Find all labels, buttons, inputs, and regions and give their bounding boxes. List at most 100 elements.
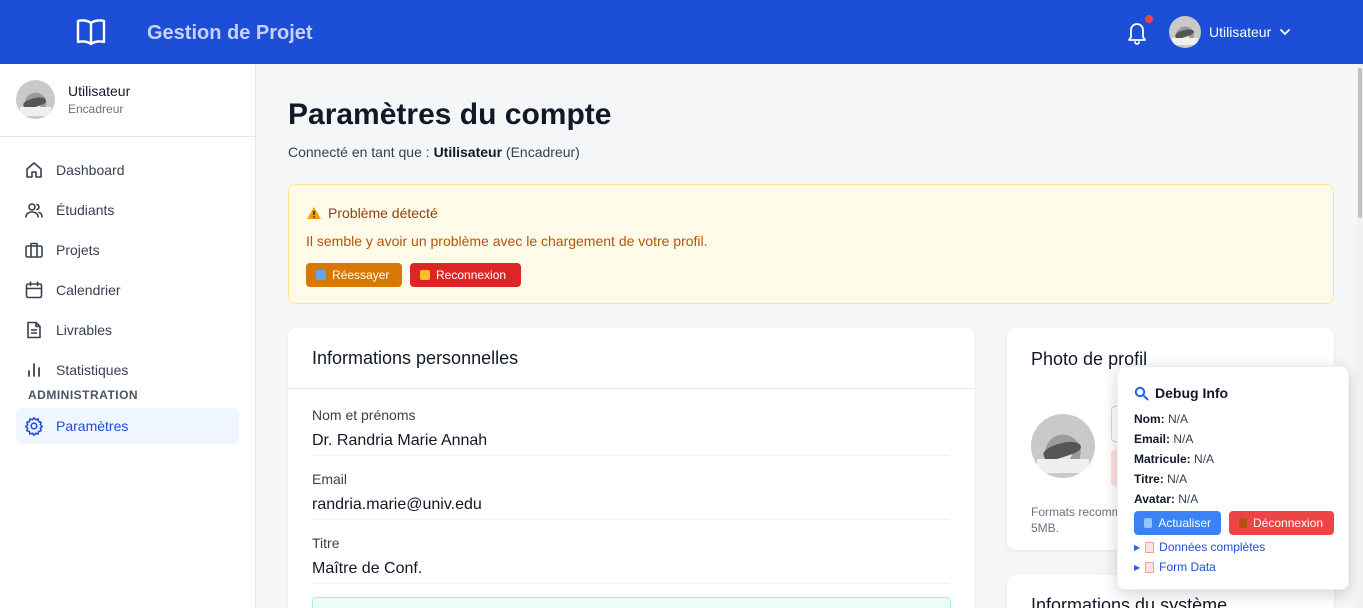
triangle-right-icon: ▶	[1134, 562, 1141, 572]
alert-message: Il semble y avoir un problème avec le ch…	[306, 233, 708, 249]
chevron-down-icon	[1280, 29, 1291, 36]
refresh-icon	[1144, 518, 1153, 528]
debug-row-titre: Titre: N/A	[1134, 472, 1187, 486]
debug-row-avatar: Avatar: N/A	[1134, 492, 1198, 506]
personal-info-card: Informations personnelles Nom et prénoms…	[288, 328, 975, 608]
debug-panel: Debug Info Nom: N/A Email: N/A Matricule…	[1117, 366, 1349, 590]
page-subtitle: Connecté en tant que : Utilisateur (Enca…	[288, 144, 580, 160]
sidebar-profile: Utilisateur Encadreur	[16, 80, 130, 119]
alert-title: Problème détecté	[306, 205, 438, 221]
debug-value: N/A	[1178, 492, 1199, 506]
bar-chart-icon	[28, 363, 40, 377]
key-icon	[420, 270, 430, 280]
debug-key: Matricule:	[1134, 452, 1191, 466]
field-email: Email randria.marie@univ.edu	[312, 471, 950, 520]
reconnect-button-label: Reconnexion	[436, 268, 507, 282]
alert-title-text: Problème détecté	[328, 205, 438, 221]
door-icon	[1239, 518, 1247, 528]
sidebar-item-label: Étudiants	[56, 202, 115, 218]
debug-key: Titre:	[1134, 472, 1164, 486]
clipboard-icon	[1145, 561, 1155, 573]
sidebar-profile-name: Utilisateur	[68, 83, 131, 99]
debug-value: N/A	[1173, 432, 1194, 446]
debug-row-email: Email: N/A	[1134, 432, 1193, 446]
logout-button[interactable]: Déconnexion	[1229, 511, 1334, 535]
debug-title: Debug Info	[1134, 385, 1228, 401]
refresh-button-label: Actualiser	[1158, 516, 1211, 530]
debug-link-label: Form Data	[1159, 560, 1216, 574]
sidebar-item-parametres[interactable]: Paramètres	[16, 408, 239, 444]
note-line: Formats recomm	[1031, 505, 1117, 519]
sidebar-item-livrables[interactable]: Livrables	[16, 312, 239, 348]
briefcase-icon	[25, 242, 43, 258]
avatar	[16, 80, 55, 119]
sidebar-profile-role: Encadreur	[68, 102, 124, 116]
subtitle-role: (Encadreur)	[505, 144, 580, 160]
magnifier-icon	[1134, 386, 1149, 400]
sidebar-item-label: Calendrier	[56, 282, 121, 298]
divider	[0, 136, 256, 137]
field-fullname: Nom et prénoms Dr. Randria Marie Annah	[312, 407, 950, 456]
triangle-right-icon: ▶	[1134, 542, 1141, 552]
user-menu[interactable]: Utilisateur	[1169, 16, 1291, 48]
debug-key: Email:	[1134, 432, 1171, 446]
sidebar-item-statistiques[interactable]: Statistiques	[16, 352, 239, 388]
avatar	[1169, 16, 1201, 48]
scrollbar-thumb[interactable]	[1358, 68, 1362, 218]
fullname-input[interactable]: Dr. Randria Marie Annah	[312, 428, 950, 456]
gear-icon	[25, 417, 43, 436]
profile-photo	[1031, 414, 1095, 478]
debug-title-text: Debug Info	[1155, 385, 1229, 401]
debug-link-form-data[interactable]: ▶ Form Data	[1134, 560, 1216, 574]
sidebar-item-label: Paramètres	[56, 418, 129, 434]
field-label: Titre	[312, 535, 340, 551]
debug-row-nom: Nom: N/A	[1134, 412, 1188, 426]
email-input[interactable]: randria.marie@univ.edu	[312, 492, 950, 520]
retry-button-label: Réessayer	[332, 268, 390, 282]
sidebar-item-etudiants[interactable]: Étudiants	[16, 192, 239, 228]
field-label: Nom et prénoms	[312, 407, 416, 423]
home-icon	[26, 162, 42, 178]
card-title: Informations personnelles	[288, 328, 975, 389]
subtitle-user: Utilisateur	[433, 144, 503, 160]
field-label: Email	[312, 471, 348, 487]
refresh-button[interactable]: Actualiser	[1134, 511, 1221, 535]
subtitle-prefix: Connecté en tant que :	[288, 144, 430, 160]
notification-dot	[1145, 15, 1153, 23]
debug-key: Nom:	[1134, 412, 1165, 426]
title-input[interactable]: Maître de Conf.	[312, 556, 950, 584]
reconnect-button[interactable]: Reconnexion	[410, 263, 521, 287]
debug-value: N/A	[1167, 472, 1188, 486]
sidebar-section-label: ADMINISTRATION	[28, 388, 139, 402]
book-icon[interactable]	[75, 17, 107, 47]
field-title: Titre Maître de Conf.	[312, 535, 950, 584]
profile-error-alert: Problème détecté Il semble y avoir un pr…	[288, 184, 1334, 304]
sidebar-item-label: Statistiques	[56, 362, 129, 378]
debug-link-full-data[interactable]: ▶ Données complètes	[1134, 540, 1265, 554]
sidebar-item-label: Livrables	[56, 322, 113, 338]
debug-link-label: Données complètes	[1159, 540, 1266, 554]
document-icon	[27, 321, 41, 339]
photo-format-note: Formats recomm 5MB.	[1031, 504, 1117, 536]
sidebar-item-dashboard[interactable]: Dashboard	[16, 152, 239, 188]
warning-icon	[307, 207, 321, 219]
calendar-icon	[25, 281, 43, 299]
sidebar-item-projets[interactable]: Projets	[16, 232, 239, 268]
retry-button[interactable]: Réessayer	[306, 263, 402, 287]
debug-value: N/A	[1168, 412, 1189, 426]
info-box	[312, 597, 951, 608]
refresh-icon	[316, 270, 326, 280]
user-name: Utilisateur	[1209, 24, 1272, 40]
bell-icon[interactable]	[1125, 19, 1149, 45]
page-title: Paramètres du compte	[288, 98, 612, 131]
sidebar-nav: Dashboard Étudiants Projets Calendrier L…	[16, 152, 239, 448]
sidebar: Utilisateur Encadreur Dashboard Étudiant…	[0, 64, 256, 608]
clipboard-icon	[1145, 541, 1155, 553]
sidebar-item-label: Projets	[56, 242, 100, 258]
debug-key: Avatar:	[1134, 492, 1175, 506]
users-icon	[25, 203, 43, 218]
logout-button-label: Déconnexion	[1253, 516, 1324, 530]
sidebar-item-calendrier[interactable]: Calendrier	[16, 272, 239, 308]
debug-row-matricule: Matricule: N/A	[1134, 452, 1214, 466]
app-title[interactable]: Gestion de Projet	[147, 22, 313, 45]
